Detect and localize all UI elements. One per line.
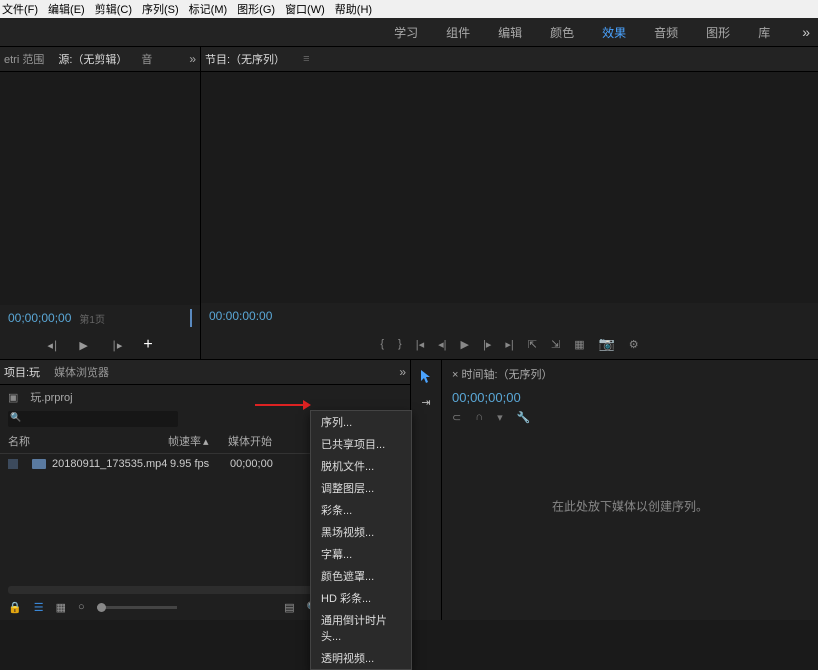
export-frame-icon[interactable]: ▦ — [574, 338, 584, 351]
column-media-start[interactable]: 媒体开始 — [228, 433, 308, 449]
workspace-assembly[interactable]: 组件 — [446, 24, 470, 41]
project-tab[interactable]: 项目:玩 — [4, 364, 40, 380]
step-forward-icon[interactable]: ∣▸ — [111, 339, 123, 351]
menu-marker[interactable]: 标记(M) — [189, 1, 228, 17]
settings-wrench-icon[interactable]: 🔧 — [517, 411, 531, 424]
selection-tool-icon[interactable] — [418, 368, 434, 384]
linked-selection-icon[interactable]: ∩ — [475, 411, 483, 424]
program-tab-menu-icon[interactable]: ≡ — [303, 53, 309, 65]
menu-graphic[interactable]: 图形(G) — [237, 1, 275, 17]
app-menubar: 文件(F) 编辑(E) 剪辑(C) 序列(S) 标记(M) 图形(G) 窗口(W… — [0, 0, 818, 18]
menu-offline-file[interactable]: 脱机文件... — [311, 455, 411, 477]
source-monitor — [0, 72, 200, 305]
auto-sequence-icon[interactable]: ▤ — [284, 601, 294, 614]
source-fit-label[interactable]: 第1页 — [79, 311, 105, 326]
video-clip-icon — [32, 459, 46, 469]
source-tab-scope[interactable]: etri 范围 — [4, 51, 44, 67]
source-timecode[interactable]: 00;00;00;00 — [8, 311, 71, 325]
freeform-view-icon[interactable]: ○ — [78, 601, 85, 613]
timeline-timecode[interactable]: 00;00;00;00 — [442, 388, 818, 407]
menu-color-matte[interactable]: 颜色遮罩... — [311, 565, 411, 587]
program-monitor — [201, 72, 818, 303]
source-tab-audio[interactable]: 音 — [141, 51, 152, 67]
menu-adjustment-layer[interactable]: 调整图层... — [311, 477, 411, 499]
source-tab-noclip[interactable]: 源:（无剪辑） — [58, 51, 127, 67]
timeline-panel: × 时间轴:（无序列） 00;00;00;00 ⊂ ∩ ▾ 🔧 在此处放下媒体以… — [441, 359, 818, 620]
timeline-header[interactable]: × 时间轴:（无序列） — [442, 360, 818, 388]
menu-countdown[interactable]: 通用倒计时片头... — [311, 609, 411, 647]
step-back-icon[interactable]: ◂| — [438, 338, 446, 351]
project-search-input[interactable] — [8, 411, 178, 427]
list-view-icon[interactable]: ☰ — [34, 601, 44, 614]
snap-icon[interactable]: ⊂ — [452, 411, 461, 424]
write-lock-icon[interactable]: 🔒 — [8, 601, 22, 614]
source-panel: etri 范围 源:（无剪辑） 音 » 00;00;00;00 第1页 ◂∣ ▶… — [0, 47, 201, 359]
workspace-overflow[interactable]: » — [802, 24, 810, 40]
play-icon[interactable]: ▶ — [79, 339, 91, 351]
go-to-out-icon[interactable]: ▸| — [505, 338, 513, 351]
column-name[interactable]: 名称 — [8, 433, 168, 449]
media-browser-tab[interactable]: 媒体浏览器 — [54, 364, 109, 380]
workspace-graphics[interactable]: 图形 — [706, 24, 730, 41]
icon-view-icon[interactable]: ▦ — [56, 601, 66, 614]
program-tab[interactable]: 节目:（无序列） — [205, 51, 285, 67]
menu-shared-project[interactable]: 已共享项目... — [311, 433, 411, 455]
menu-black-video[interactable]: 黑场视频... — [311, 521, 411, 543]
column-fps[interactable]: 帧速率▴ — [168, 433, 228, 449]
menu-help[interactable]: 帮助(H) — [335, 1, 372, 17]
track-select-tool-icon[interactable]: ⇥ — [418, 394, 434, 410]
menu-window[interactable]: 窗口(W) — [285, 1, 325, 17]
menu-caption[interactable]: 字幕... — [311, 543, 411, 565]
go-to-in-icon[interactable]: |◂ — [416, 338, 424, 351]
step-forward-icon[interactable]: |▸ — [483, 338, 491, 351]
menu-bars[interactable]: 彩条... — [311, 499, 411, 521]
mark-out-icon[interactable]: } — [398, 338, 402, 350]
sort-arrow-icon: ▴ — [203, 435, 209, 448]
bin-icon: ▣ — [8, 391, 18, 404]
menu-hd-bars[interactable]: HD 彩条... — [311, 587, 411, 609]
step-back-icon[interactable]: ◂∣ — [47, 339, 59, 351]
source-tab-overflow[interactable]: » — [189, 52, 196, 66]
workspace-bar: 学习 组件 编辑 颜色 效果 音频 图形 库 » — [0, 18, 818, 47]
menu-clip[interactable]: 剪辑(C) — [95, 1, 132, 17]
project-filename: 玩.prproj — [30, 389, 72, 405]
timeline-drop-hint: 在此处放下媒体以创建序列。 — [552, 497, 708, 514]
menu-transparent-video[interactable]: 透明视频... — [311, 647, 411, 669]
row-checkbox-icon[interactable] — [8, 459, 18, 469]
lift-icon[interactable]: ⇱ — [528, 338, 537, 351]
mark-in-icon[interactable]: { — [380, 338, 384, 350]
new-item-context-menu: 序列... 已共享项目... 脱机文件... 调整图层... 彩条... 黑场视… — [310, 410, 412, 670]
clip-start: 00;00;00 — [230, 458, 310, 470]
project-tab-overflow[interactable]: » — [399, 365, 406, 379]
menu-edit[interactable]: 编辑(E) — [48, 1, 85, 17]
menu-sequence[interactable]: 序列(S) — [142, 1, 179, 17]
playhead-marker[interactable] — [190, 309, 192, 327]
clip-fps: 9.95 fps — [170, 458, 230, 470]
add-marker-icon[interactable]: + — [143, 336, 152, 354]
workspace-library[interactable]: 库 — [758, 24, 770, 41]
camera-icon[interactable]: 📷 — [599, 336, 615, 352]
marker-icon[interactable]: ▾ — [497, 411, 503, 424]
thumbnail-size-slider[interactable] — [97, 606, 177, 609]
tools-panel: ⇥ — [410, 359, 441, 620]
clip-name: 20180911_173535.mp4 — [52, 458, 170, 470]
program-timecode[interactable]: 00:00:00:00 — [209, 309, 272, 323]
workspace-learn[interactable]: 学习 — [394, 24, 418, 41]
workspace-audio[interactable]: 音频 — [654, 24, 678, 41]
menu-file[interactable]: 文件(F) — [2, 1, 38, 17]
workspace-color[interactable]: 颜色 — [550, 24, 574, 41]
menu-sequence[interactable]: 序列... — [311, 411, 411, 433]
workspace-effects[interactable]: 效果 — [602, 24, 626, 41]
program-panel: 节目:（无序列） ≡ 00:00:00:00 { } |◂ ◂| ▶ |▸ ▸|… — [201, 47, 818, 359]
extract-icon[interactable]: ⇲ — [551, 338, 560, 351]
play-icon[interactable]: ▶ — [461, 338, 469, 351]
workspace-editing[interactable]: 编辑 — [498, 24, 522, 41]
settings-icon[interactable]: ⚙ — [629, 338, 639, 351]
